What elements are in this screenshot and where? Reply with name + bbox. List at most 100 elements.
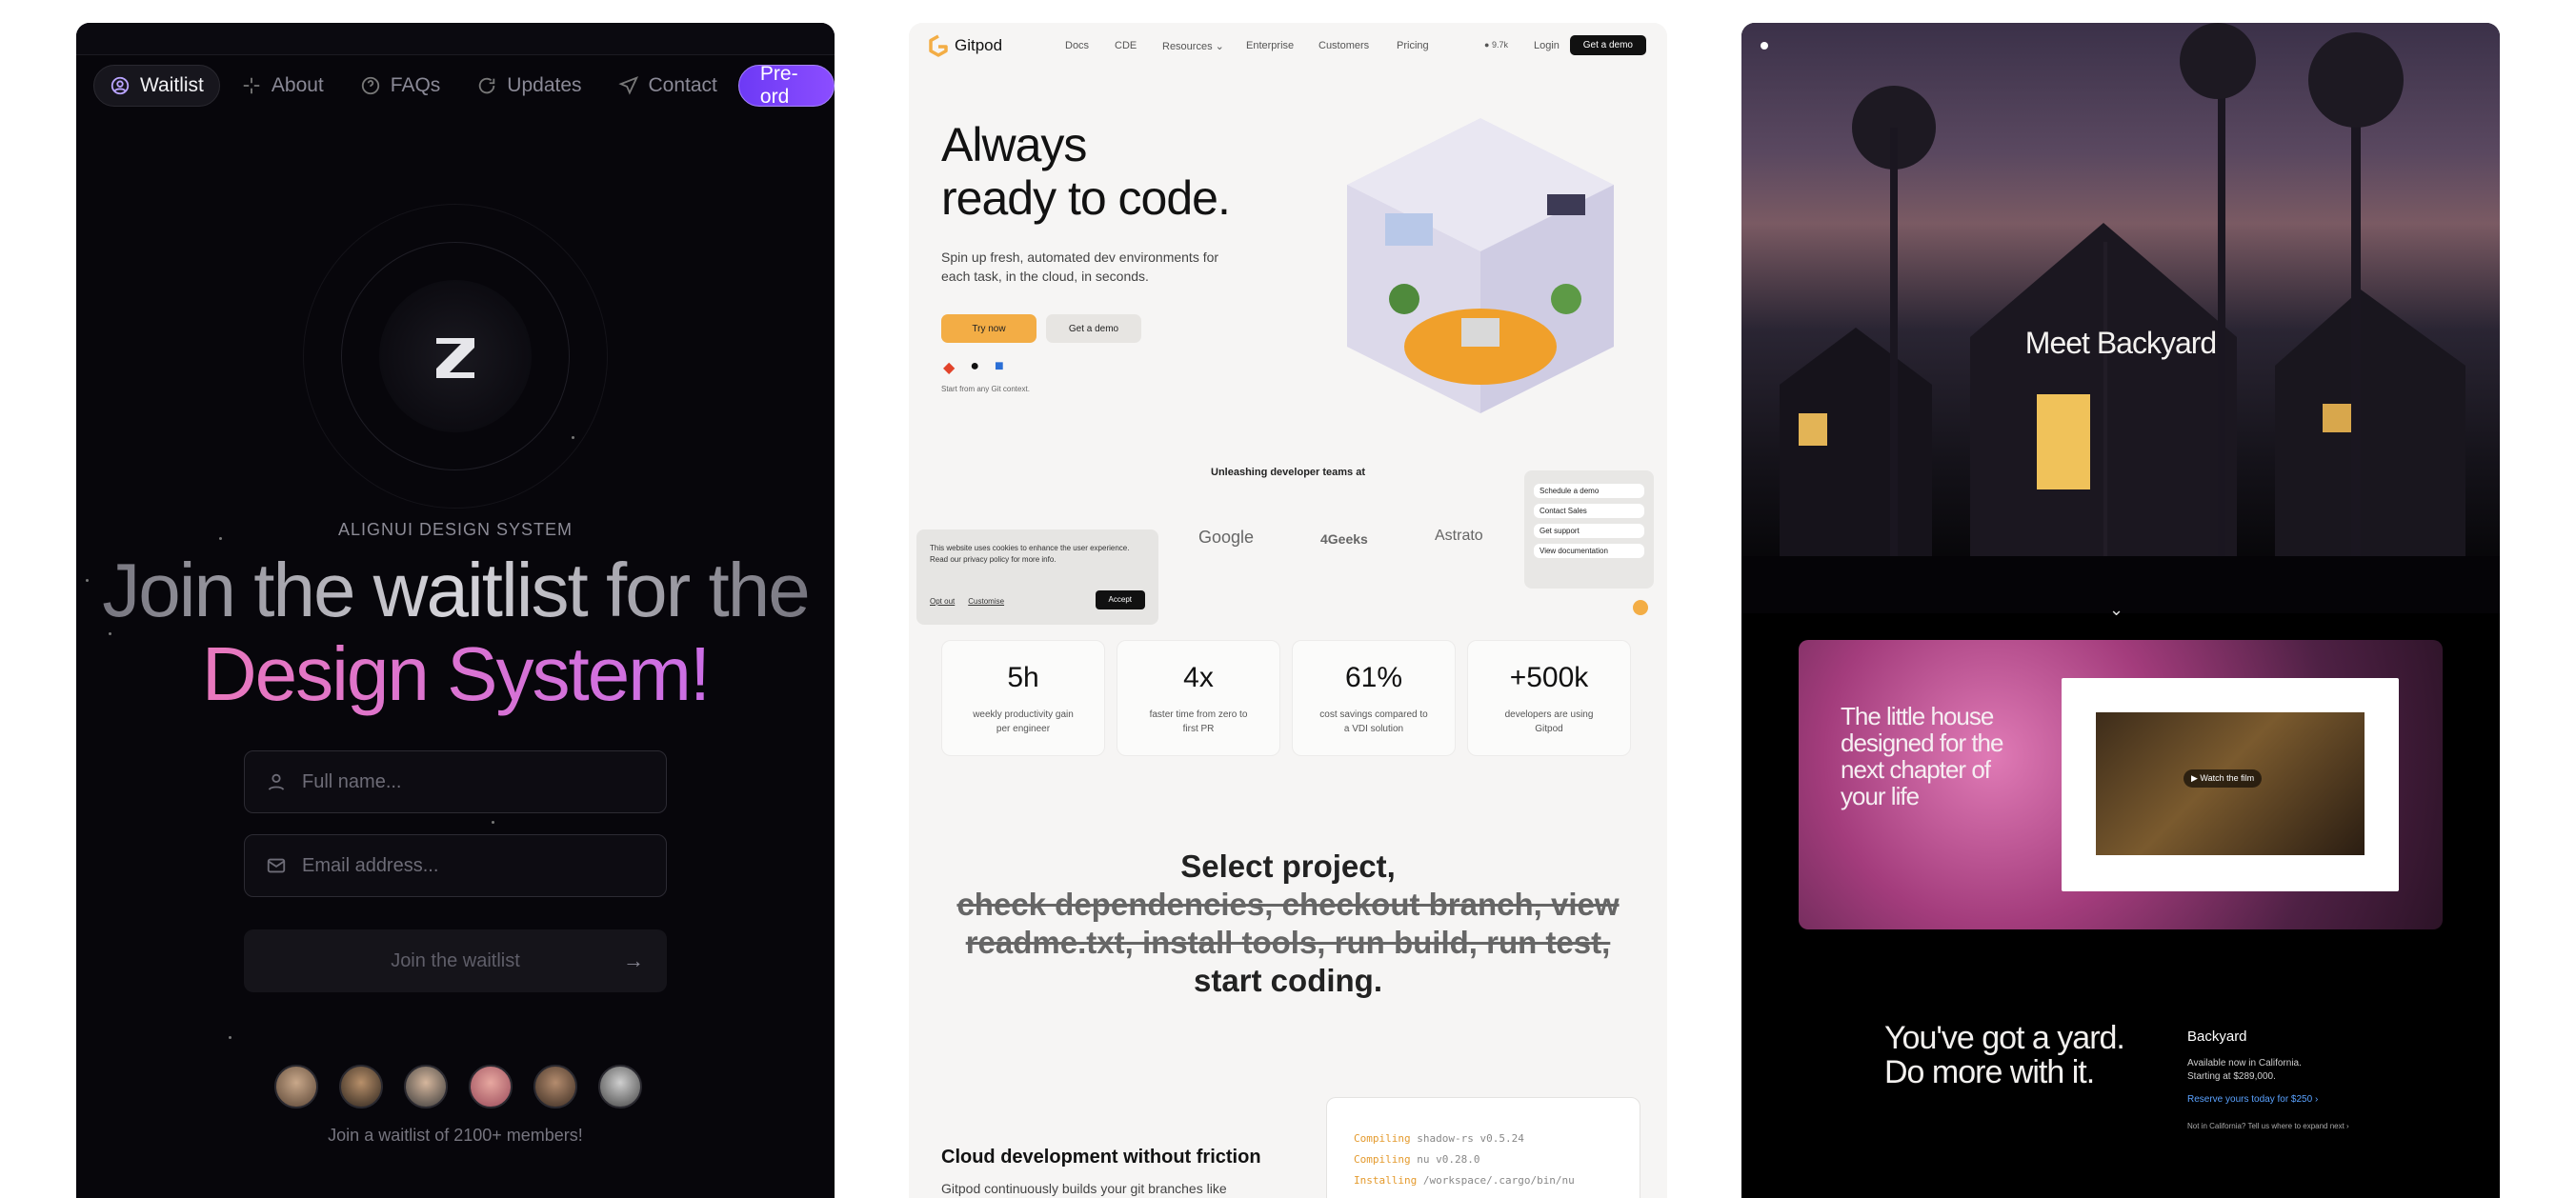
workflow-heading: Select project, check dependencies, chec…: [909, 848, 1667, 1000]
yard-heading: You've got a yard. Do more with it.: [1884, 1020, 2125, 1090]
github-icon: ●: [1484, 40, 1490, 50]
join-waitlist-button[interactable]: Join the waitlist →: [244, 929, 667, 992]
select-strike1: check dependencies, checkout branch, vie…: [956, 887, 1620, 922]
select-strike2: readme.txt, install tools, run build, ru…: [965, 925, 1611, 960]
info-line1: Available now in California.: [2187, 1058, 2302, 1068]
terminal-rest: /workspace/.cargo/bin/nu: [1422, 1174, 1575, 1187]
nav-link-pricing[interactable]: Pricing: [1397, 40, 1429, 51]
gitpod-logo-icon: [929, 34, 948, 57]
nav-link-customers[interactable]: Customers: [1318, 40, 1369, 51]
film-promo: The little house designed for the next c…: [1799, 640, 2443, 929]
alignui-waitlist-panel: Waitlist About FAQs Updates Contact Pre-…: [76, 23, 835, 1198]
cookie-banner: This website uses cookies to enhance the…: [916, 529, 1158, 625]
stat-card: 5h weekly productivity gain per engineer: [941, 640, 1105, 756]
cloud-text: Gitpod continuously builds your git bran…: [941, 1181, 1227, 1196]
nav-item-updates[interactable]: Updates: [461, 65, 596, 107]
terminal-verb: Installing: [1354, 1174, 1418, 1187]
sparkle-icon: [243, 77, 260, 94]
gitpod-nav: Gitpod Docs CDE Resources ⌄ Enterprise C…: [909, 23, 1667, 69]
help-get-support[interactable]: Get support: [1534, 524, 1644, 538]
stat-card: 4x faster time from zero to first PR: [1117, 640, 1280, 756]
nav-label: Updates: [507, 74, 582, 96]
video-frame: ▶ Watch the film: [2062, 678, 2399, 891]
watch-film-button[interactable]: ▶ Watch the film: [2184, 769, 2263, 788]
nav-demo-button[interactable]: Get a demo: [1569, 35, 1646, 55]
alignui-logo: [303, 204, 608, 509]
indicator-dot: [1761, 42, 1768, 50]
terminal-verb: Compiling: [1354, 1132, 1411, 1145]
terminal-line: Compiling shadow-rs v0.5.24: [1354, 1128, 1613, 1149]
brand-logo-astrato: Astrato: [1435, 528, 1483, 544]
terminal-line: Installing /workspace/.cargo/bin/nu: [1354, 1170, 1613, 1191]
cookie-optout-link[interactable]: Opt out: [930, 596, 955, 608]
help-view-docs[interactable]: View documentation: [1534, 544, 1644, 558]
help-widget: Schedule a demo Contact Sales Get suppor…: [1524, 470, 1654, 589]
try-now-button[interactable]: Try now: [941, 314, 1036, 343]
reserve-link[interactable]: Reserve yours today for $250 ›: [2187, 1093, 2349, 1107]
help-contact-sales[interactable]: Contact Sales: [1534, 504, 1644, 518]
github-stars[interactable]: ● 9.7k: [1484, 40, 1508, 50]
stat-label: weekly productivity gain per engineer: [973, 709, 1074, 734]
video-thumbnail[interactable]: ▶ Watch the film: [2096, 712, 2365, 855]
backyard-panel: Meet Backyard ⌄ The little house designe…: [1741, 23, 2500, 1198]
logo-ring: [303, 204, 608, 509]
terminal-line: Compiling nu v0.28.0: [1354, 1149, 1613, 1170]
nav-item-about[interactable]: About: [226, 65, 339, 107]
hero-line1: Always: [941, 118, 1087, 171]
alignui-nav: Waitlist About FAQs Updates Contact Pre-…: [93, 63, 835, 109]
send-icon: [617, 76, 638, 95]
email-placeholder: Email address...: [302, 854, 439, 876]
avatar: [533, 1065, 577, 1108]
git-provider-icons: ◆ ● ■: [943, 358, 1004, 377]
get-demo-button[interactable]: Get a demo: [1046, 314, 1141, 343]
gitpod-logo[interactable]: Gitpod: [928, 34, 1002, 57]
nav-item-contact[interactable]: Contact: [603, 65, 733, 107]
yard-line2: Do more with it.: [1884, 1054, 2095, 1090]
expand-link[interactable]: Not in California? Tell us where to expa…: [2187, 1120, 2349, 1133]
gitlab-icon[interactable]: ◆: [943, 358, 955, 377]
cookie-text: This website uses cookies to enhance the…: [930, 544, 1130, 564]
help-schedule-demo[interactable]: Schedule a demo: [1534, 484, 1644, 498]
cookie-accept-button[interactable]: Accept: [1095, 590, 1145, 609]
nav-item-faqs[interactable]: FAQs: [345, 65, 456, 107]
eyebrow-text: ALIGNUI DESIGN SYSTEM: [337, 520, 574, 539]
info-line2: Starting at $289,000.: [2187, 1071, 2276, 1082]
nav-label: Contact: [648, 74, 717, 96]
isometric-room-illustration: [1347, 118, 1614, 413]
cookie-customise-link[interactable]: Customise: [968, 596, 1004, 608]
fullname-field[interactable]: Full name...: [244, 750, 667, 813]
preorder-button[interactable]: Pre-ord: [737, 63, 835, 108]
hero-title: Always ready to code.: [941, 118, 1231, 225]
members-count-text: Join a waitlist of 2100+ members!: [328, 1126, 583, 1145]
yard-line1: You've got a yard.: [1884, 1020, 2125, 1056]
fullname-placeholder: Full name...: [302, 770, 402, 792]
nav-link-cde[interactable]: CDE: [1115, 40, 1137, 51]
user-icon: [268, 773, 285, 790]
login-link[interactable]: Login: [1534, 40, 1560, 51]
house-silhouette: [1741, 23, 2500, 613]
gitpod-panel: Gitpod Docs CDE Resources ⌄ Enterprise C…: [909, 23, 1667, 1198]
hero-line2: ready to code.: [941, 171, 1231, 225]
headline-line1: Join the waitlist for the: [76, 549, 835, 632]
nav-link-resources[interactable]: Resources ⌄: [1162, 40, 1224, 52]
avatar: [404, 1065, 448, 1108]
nav-item-waitlist[interactable]: Waitlist: [93, 65, 220, 107]
github-icon[interactable]: ●: [970, 358, 979, 377]
terminal-rest: shadow-rs v0.5.24: [1417, 1132, 1524, 1145]
nav-link-enterprise[interactable]: Enterprise: [1246, 40, 1294, 51]
start-hint: Start from any Git context.: [941, 385, 1030, 393]
member-avatars: [274, 1065, 642, 1108]
nav-label: About: [271, 74, 324, 96]
bitbucket-icon[interactable]: ■: [995, 358, 1004, 377]
cloud-heading: Cloud development without friction: [941, 1147, 1261, 1168]
stars-count: 9.7k: [1491, 40, 1508, 50]
arrow-right-icon: →: [623, 948, 644, 972]
nav-link-docs[interactable]: Docs: [1065, 40, 1089, 51]
question-icon: [361, 76, 379, 95]
chevron-down-icon[interactable]: ⌄: [2109, 600, 2123, 620]
resources-label: Resources: [1162, 41, 1213, 52]
avatar: [469, 1065, 513, 1108]
stat-number: 4x: [1183, 662, 1214, 693]
email-field[interactable]: Email address...: [244, 834, 667, 897]
chat-bubble-icon[interactable]: [1633, 600, 1648, 615]
